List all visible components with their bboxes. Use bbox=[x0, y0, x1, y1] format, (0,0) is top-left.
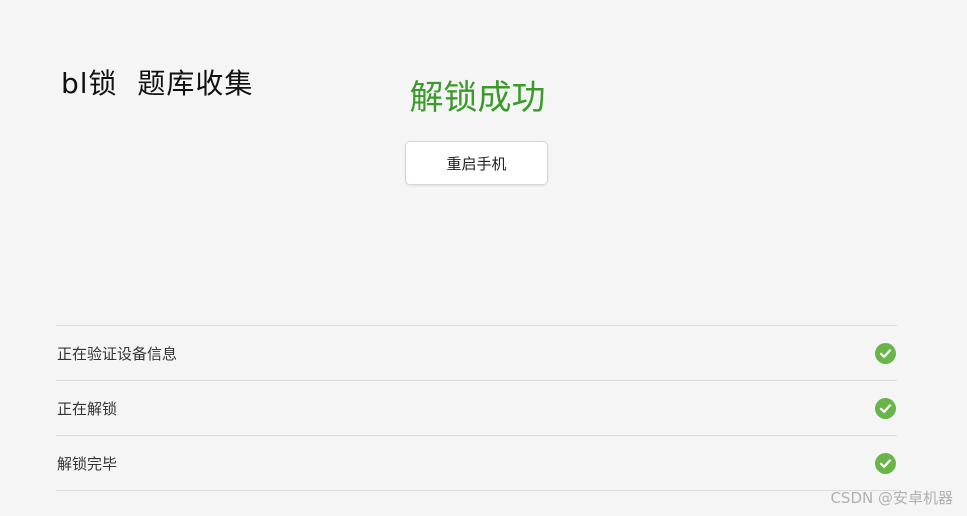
unlock-status-title: 解锁成功 bbox=[409, 78, 546, 118]
check-circle-icon bbox=[875, 452, 896, 474]
check-circle-icon bbox=[875, 342, 896, 364]
unlock-steps-list: 正在验证设备信息 正在解锁 解锁完毕 bbox=[56, 325, 897, 491]
step-row-unlock-complete: 解锁完毕 bbox=[56, 436, 897, 491]
step-label: 正在验证设备信息 bbox=[57, 344, 178, 363]
reboot-phone-button[interactable]: 重启手机 bbox=[405, 141, 548, 185]
csdn-watermark: CSDN @安卓机器 bbox=[830, 489, 953, 507]
step-label: 正在解锁 bbox=[57, 399, 118, 418]
check-circle-icon bbox=[875, 397, 896, 419]
step-row-unlocking: 正在解锁 bbox=[56, 381, 897, 436]
step-label: 解锁完毕 bbox=[57, 454, 118, 473]
step-row-verify-device: 正在验证设备信息 bbox=[56, 326, 897, 381]
